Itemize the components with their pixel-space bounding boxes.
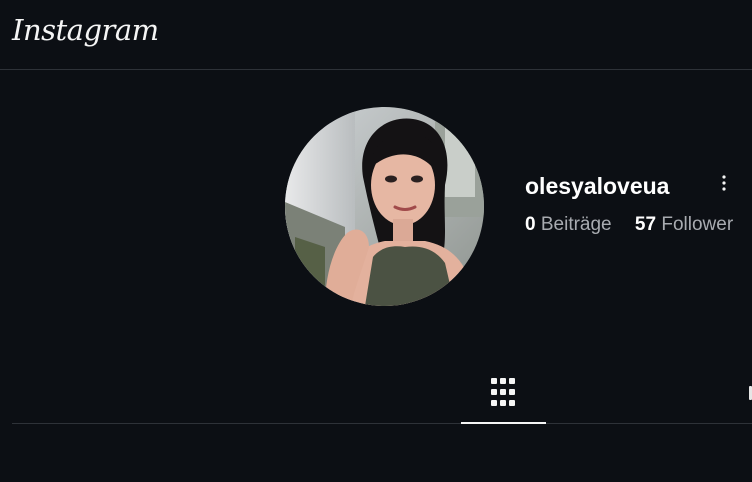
- more-options-button[interactable]: [712, 172, 736, 196]
- followers-count-value: 57: [634, 214, 657, 235]
- followers-count-label: Follower: [661, 214, 734, 235]
- profile-tabs: [12, 360, 752, 424]
- tab-posts-grid[interactable]: [461, 360, 546, 424]
- profile-page: Instagram olesyaloveua 0 Beiträge 57 Fol…: [0, 0, 752, 482]
- profile-stats: 0 Beiträge 57 Follower: [525, 213, 751, 237]
- instagram-logo[interactable]: Instagram: [12, 10, 159, 50]
- top-bar: Instagram: [0, 0, 752, 70]
- avatar-photo: [285, 107, 484, 306]
- posts-count-value: 0: [525, 214, 536, 235]
- active-tab-indicator: [461, 422, 546, 424]
- profile-username: olesyaloveua: [525, 173, 670, 199]
- more-options-icon: [722, 175, 726, 191]
- grid-icon: [491, 378, 515, 406]
- posts-count-label: Beiträge: [540, 214, 612, 235]
- followers-count-stat[interactable]: 57 Follower: [635, 213, 733, 237]
- avatar[interactable]: [285, 107, 484, 306]
- posts-count-stat: 0 Beiträge: [525, 213, 612, 237]
